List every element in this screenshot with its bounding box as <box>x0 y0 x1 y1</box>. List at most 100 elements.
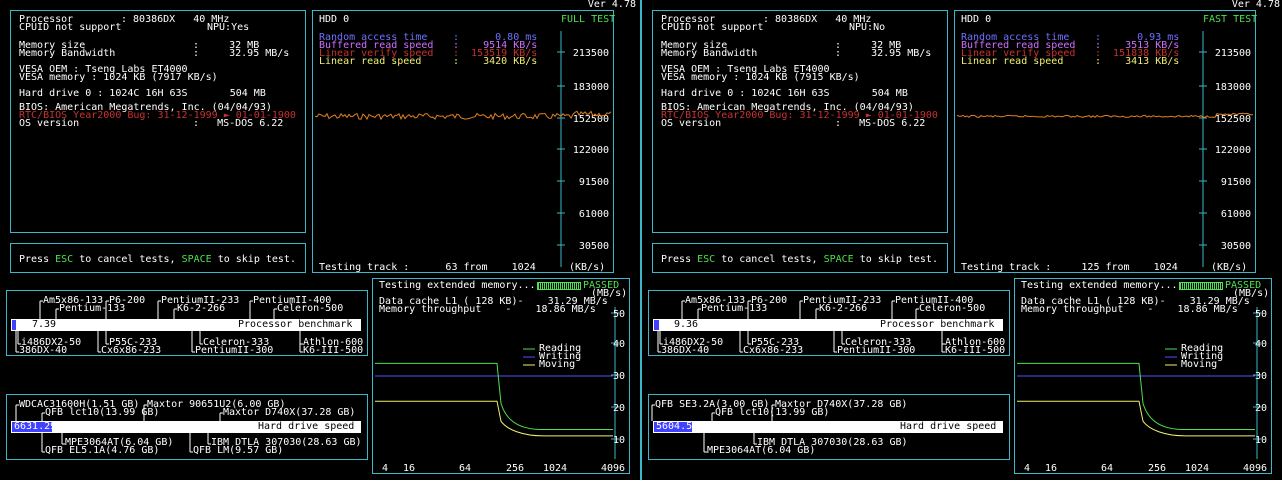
cpu-ref-label: Celeron-500 <box>919 303 986 314</box>
hard-drive-speed-bar: 6631.29 Hard drive speed <box>11 421 361 433</box>
hdd-tick-label: 30500 <box>579 241 609 252</box>
memory-test-box: Testing extended memory... PASSED (MB/s) Da… <box>1014 278 1272 474</box>
cpu-ref-label: PentiumII-300 <box>837 345 916 356</box>
hdd-graph-box: HDD 0 FAST TEST Random access time: 0.93 m… <box>954 10 1257 273</box>
hard-drive-score: 6631.29 <box>14 421 57 432</box>
memory-xtick-label: 16 <box>1045 463 1057 473</box>
hdd-tick-label: 122000 <box>573 145 609 156</box>
help-p2: to cancel tests, <box>715 254 824 265</box>
memory-ytick-label: 10 <box>613 435 625 446</box>
cpuid-text: CPUID not support <box>661 22 764 33</box>
memory-xtick-label: 1024 <box>543 463 567 473</box>
memory-chart: 50 40 30 20 10 4 16 64 256 1024 4096 <box>375 307 625 473</box>
npu-text: NPU:No <box>849 22 886 33</box>
moving-series <box>375 400 613 437</box>
hdd-tick-label: 91500 <box>1221 177 1251 188</box>
hdd-unit-label: (KB/s) <box>1211 262 1248 273</box>
vesa-memory-text: VESA memory : 1024 KB (7917 KB/s) <box>19 72 218 83</box>
hard-drive-speed-bar: 5604.55 Hard drive speed <box>653 421 1003 433</box>
moving-series <box>1017 400 1255 437</box>
help-message-box: Press ESC to cancel tests, SPACE to skip… <box>10 243 306 273</box>
memory-xtick-label: 4096 <box>601 463 625 473</box>
hdd-tick-label: 183000 <box>573 82 609 93</box>
memory-xtick-label: 64 <box>1101 463 1113 473</box>
hdd-unit-label: (KB/s) <box>569 262 606 273</box>
processor-benchmark-label: Processor benchmark <box>238 319 353 330</box>
hdd-speed-line <box>956 112 1254 118</box>
memory-ytick-label: 20 <box>613 403 625 414</box>
memory-chart: 50 40 30 20 10 4 16 64 256 1024 4096 <box>1017 307 1267 473</box>
processor-score: 9.36 <box>674 319 699 330</box>
hdd-tick-label: 91500 <box>579 177 609 188</box>
cpu-ref-label: PentiumII-300 <box>195 345 274 356</box>
version-label: Ver 4.78 <box>1231 0 1280 10</box>
memory-test-box: Testing extended memory... PASSED (MB/s) Da… <box>372 278 630 474</box>
memory-bandwidth-value: : 32.95 MB/s <box>193 48 290 59</box>
help-esc: ESC <box>697 254 716 265</box>
cpu-ref-label: K6-III-500 <box>303 345 364 356</box>
memory-bandwidth-value: : 32.95 MB/s <box>835 48 932 59</box>
memory-ytick-label: 30 <box>613 371 625 382</box>
hdd-ref-label: QFB lct10(13.99 GB) <box>715 407 830 418</box>
cpu-ref-label: K6-2-266 <box>819 303 868 314</box>
memory-bandwidth-label: Memory Bandwidth <box>19 48 116 59</box>
processor-benchmark-fill <box>12 320 17 330</box>
hdd-ref-label: QFB LM(9.57 GB) <box>193 445 284 456</box>
memory-xtick-label: 256 <box>506 463 524 473</box>
help-p3: to skip test. <box>211 254 296 265</box>
processor-score: 7.39 <box>32 319 57 330</box>
memory-xtick-label: 1024 <box>1185 463 1209 473</box>
help-p3: to skip test. <box>853 254 938 265</box>
system-info-box: Processor: 80386DX 40 MHz CPUID not suppo… <box>10 10 306 233</box>
memory-xtick-label: 64 <box>459 463 471 473</box>
hard-drive-speed-label: Hard drive speed <box>900 421 997 432</box>
hdd-tick-label: 30500 <box>1221 241 1251 252</box>
cpu-ref-label: 386DX-40 <box>661 345 710 356</box>
hdd-graph-box: HDD 0 FULL TEST Random access time: 0.80 m… <box>312 10 615 273</box>
cpu-ref-label: Pentium-133 <box>59 303 126 314</box>
benchmark-panel-1: Ver 4.78 Processor: 80386DX 40 MHz CPUID n… <box>0 0 640 480</box>
help-p2: to cancel tests, <box>73 254 182 265</box>
legend-moving: Moving <box>539 359 576 370</box>
hard-drive-speed-label: Hard drive speed <box>258 421 355 432</box>
cpu-ref-label: K6-III-500 <box>945 345 1006 356</box>
hdd-ref-label: QFB EL5.1A(4.76 GB) <box>45 445 160 456</box>
hdd-tick-label: 61000 <box>579 209 609 220</box>
reading-series <box>375 362 613 431</box>
memory-ytick-label: 10 <box>1255 435 1267 446</box>
hdd-tick-label: 152500 <box>1215 114 1251 125</box>
hdd-speed-chart: 213500183000152500122000915006100030500 <box>314 31 612 267</box>
os-version-value: : MS-DOS 6.22 <box>193 118 284 129</box>
reading-series <box>1017 362 1255 431</box>
testing-track-text: Testing track : 63 from 1024 <box>319 262 536 273</box>
hdd-speed-line <box>314 110 612 121</box>
help-message: Press ESC to cancel tests, SPACE to skip… <box>19 255 296 265</box>
memory-ytick-label: 40 <box>613 339 625 350</box>
memory-xtick-label: 256 <box>1148 463 1166 473</box>
testing-track-text: Testing track : 125 from 1024 <box>961 262 1178 273</box>
cpu-ref-label: Pentium-133 <box>701 303 768 314</box>
cpu-ref-label: Cx6x86-233 <box>101 345 162 356</box>
help-message: Press ESC to cancel tests, SPACE to skip… <box>661 255 938 265</box>
memory-xtick-label: 4096 <box>1243 463 1267 473</box>
hard-drive-text: Hard drive 0 : 1024C 16H 63S 504 MB <box>661 88 908 99</box>
memory-xtick-label: 4 <box>382 463 388 473</box>
processor-benchmark-bar: 9.36 Processor benchmark <box>653 319 1003 331</box>
hdd-tick-label: 183000 <box>1215 82 1251 93</box>
help-esc: ESC <box>55 254 74 265</box>
hdd-tick-label: 213500 <box>1215 48 1251 59</box>
memory-bandwidth-label: Memory Bandwidth <box>661 48 758 59</box>
processor-benchmark-label: Processor benchmark <box>880 319 995 330</box>
version-label: Ver 4.78 <box>587 0 636 10</box>
hdd-benchmark-box: WDCAC31600H(1.51 GB) Maxtor 90651U2(6.00 … <box>6 394 368 460</box>
cpu-benchmark-box: Am5x86-133 P6-200 PentiumII-233 PentiumII-4… <box>6 290 368 356</box>
hdd-ref-label: QFB lct10(13.99 GB) <box>45 407 160 418</box>
hdd-tick-label: 61000 <box>1221 209 1251 220</box>
hdd-tick-label: 213500 <box>573 48 609 59</box>
cpu-ref-label: Cx6x86-233 <box>743 345 804 356</box>
os-version-value: : MS-DOS 6.22 <box>835 118 926 129</box>
memory-ytick-label: 50 <box>613 309 625 320</box>
hdd-benchmark-box: QFB SE3.2A(3.00 GB) Maxtor D740X(37.28 GB… <box>648 394 1010 460</box>
hdd-ref-label: Maxtor D740X(37.28 GB) <box>223 407 356 418</box>
hard-drive-score: 5604.55 <box>656 421 699 432</box>
